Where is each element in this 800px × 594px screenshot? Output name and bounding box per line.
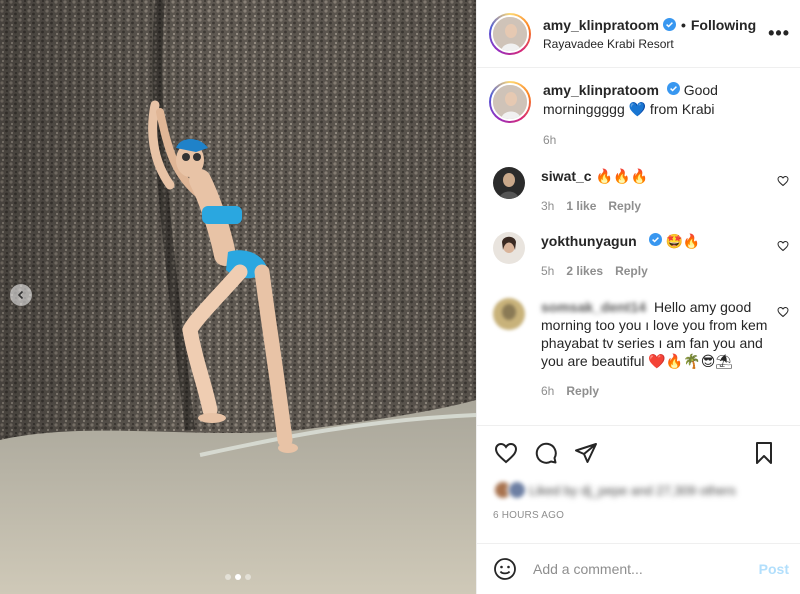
commenter-avatar[interactable] [493,167,525,199]
commenter-username[interactable]: siwat_c [541,168,592,184]
comment-heart-icon[interactable] [777,240,789,252]
commenter-avatar[interactable] [493,232,525,264]
author-avatar[interactable] [489,12,531,55]
chevron-left-icon [17,290,24,300]
post-timestamp[interactable]: 6 HOURS AGO [477,500,800,521]
more-options-icon[interactable]: ••• [768,24,790,42]
comment-heart-icon[interactable] [777,306,789,318]
carousel-indicator [0,574,476,580]
comment-item: siwat_c 🔥🔥🔥 3h 1 like Reply [493,167,793,215]
separator-dot: • [680,16,686,33]
carousel-prev-button[interactable] [10,284,32,306]
comment-age: 5h [541,264,555,278]
caption-author-avatar[interactable] [489,81,531,123]
carousel-dot [245,574,251,580]
location-link[interactable]: Rayavadee Krabi Resort [543,37,756,51]
comment-age: 3h [541,199,555,213]
post-actions: Liked by dj_pepe and 27,309 others 6 HOU… [477,425,800,543]
caption-username[interactable]: amy_klinpratoom [543,82,659,98]
add-comment-bar: Post [477,543,800,594]
post-header: amy_klinpratoom • Following Rayavadee Kr… [477,0,800,68]
paper-plane-icon[interactable] [573,440,599,466]
reply-button[interactable]: Reply [608,199,641,213]
verified-badge-icon [666,82,680,95]
smiley-icon[interactable] [493,557,517,581]
verified-badge-icon [648,233,662,246]
commenter-avatar[interactable] [493,298,525,330]
post-details-panel: amy_klinpratoom • Following Rayavadee Kr… [476,0,800,594]
reply-button[interactable]: Reply [615,264,648,278]
post-caption: amy_klinpratoom Good morninggggg 💙 from … [477,69,800,150]
carousel-dot-active [235,574,241,580]
carousel-dot [225,574,231,580]
heart-icon[interactable] [493,440,519,466]
likes-summary[interactable]: Liked by dj_pepe and 27,309 others [477,466,800,500]
comments-list[interactable]: amy_klinpratoom Good morninggggg 💙 from … [477,69,800,425]
comment-likes[interactable]: 1 like [566,199,596,213]
comment-bubble-icon[interactable] [533,440,559,466]
commenter-username[interactable]: somsak_dent14 [541,299,646,315]
comment-age: 6h [541,384,555,398]
liked-by-text[interactable]: Liked by dj_pepe and 27,309 others [529,483,736,498]
comment-text: 🤩🔥 [665,233,701,249]
comment-input[interactable] [533,561,759,577]
beach-rock-photo [0,0,476,594]
post-comment-button[interactable]: Post [759,561,789,577]
verified-badge-icon [662,18,676,31]
following-button[interactable]: Following [691,17,756,33]
comment-item: yokthunyagun 🤩🔥 5h 2 likes Reply [493,232,793,280]
bookmark-icon[interactable] [751,440,777,466]
liker-avatars [493,480,527,500]
comment-text: 🔥🔥🔥 [595,168,648,184]
comment-item: somsak_dent14 Hello amy good morning too… [493,298,793,400]
reply-button[interactable]: Reply [566,384,599,398]
comment-likes[interactable]: 2 likes [566,264,603,278]
caption-age: 6h [543,133,557,147]
author-username[interactable]: amy_klinpratoom [543,17,659,33]
post-photo[interactable] [0,0,476,594]
comment-heart-icon[interactable] [777,175,789,187]
commenter-username[interactable]: yokthunyagun [541,233,637,249]
